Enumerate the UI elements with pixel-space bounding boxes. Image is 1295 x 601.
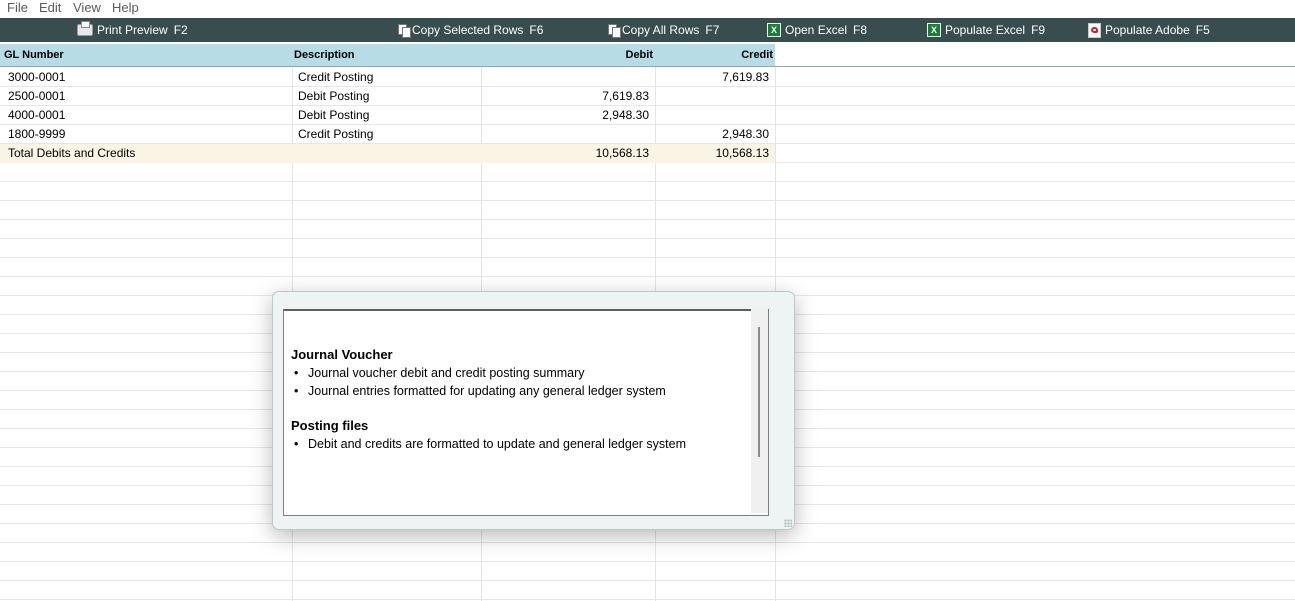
section-title-posting-files: Posting files bbox=[291, 418, 369, 433]
menu-help[interactable]: Help bbox=[112, 0, 139, 15]
header-gl-number[interactable]: GL Number bbox=[4, 44, 64, 66]
row-divider bbox=[0, 238, 1295, 239]
bullet-icon: • bbox=[294, 384, 299, 398]
description-cell: Debit Posting bbox=[298, 89, 370, 103]
row-divider bbox=[0, 181, 1295, 182]
table-row[interactable]: 1800-9999 Credit Posting 2,948.30 bbox=[0, 125, 775, 144]
bullet-item: • Journal voucher debit and credit postin… bbox=[294, 366, 585, 380]
resize-grip-icon[interactable] bbox=[784, 519, 792, 527]
credit-cell: 2,948.30 bbox=[722, 127, 769, 141]
info-popup[interactable]: Journal Voucher • Journal voucher debit a… bbox=[272, 291, 795, 530]
excel-icon: X bbox=[767, 23, 781, 37]
populate-adobe-key: F5 bbox=[1195, 23, 1210, 37]
excel-icon: X bbox=[927, 23, 941, 37]
row-divider bbox=[0, 200, 1295, 201]
pdf-icon bbox=[1088, 22, 1101, 38]
header-credit[interactable]: Credit bbox=[657, 44, 773, 66]
section-title-journal-voucher: Journal Voucher bbox=[291, 347, 393, 362]
row-divider bbox=[0, 580, 1295, 581]
description-cell: Debit Posting bbox=[298, 108, 370, 122]
row-divider bbox=[0, 257, 1295, 258]
header-description[interactable]: Description bbox=[294, 44, 355, 66]
table-row[interactable]: 2500-0001 Debit Posting 7,619.83 bbox=[0, 87, 775, 106]
debit-cell bbox=[483, 125, 649, 144]
open-excel-button[interactable]: X Open Excel F8 bbox=[767, 18, 867, 42]
header-debit[interactable]: Debit bbox=[483, 44, 654, 66]
copy-all-rows-button[interactable]: Copy All Rows F7 bbox=[608, 18, 719, 42]
print-preview-button[interactable]: Print Preview F2 bbox=[77, 18, 188, 42]
bullet-item: • Journal entries formatted for updating … bbox=[294, 384, 666, 398]
copy-all-key: F7 bbox=[705, 23, 720, 37]
popup-text: Journal Voucher • Journal voucher debit a… bbox=[291, 347, 751, 453]
menu-view[interactable]: View bbox=[73, 0, 101, 15]
copy-selected-key: F6 bbox=[529, 23, 544, 37]
populate-excel-label: Populate Excel bbox=[945, 23, 1026, 37]
populate-excel-button[interactable]: X Populate Excel F9 bbox=[927, 18, 1045, 42]
credit-cell: 7,619.83 bbox=[722, 70, 769, 84]
total-credit: 10,568.13 bbox=[715, 146, 769, 160]
bullet-icon: • bbox=[294, 366, 299, 380]
debit-cell bbox=[483, 68, 649, 87]
copy-selected-rows-button[interactable]: Copy Selected Rows F6 bbox=[398, 18, 543, 42]
table-row[interactable]: 4000-0001 Debit Posting 2,948.30 bbox=[0, 106, 775, 125]
popup-scrollbar[interactable] bbox=[751, 309, 768, 513]
table-row[interactable]: 3000-0001 Credit Posting 7,619.83 bbox=[0, 68, 775, 87]
bullet-item: • Debit and credits are formatted to upda… bbox=[294, 437, 686, 451]
row-divider bbox=[0, 276, 1295, 277]
total-label: Total Debits and Credits bbox=[8, 146, 136, 160]
copy-icon bbox=[398, 24, 411, 38]
open-excel-label: Open Excel bbox=[785, 23, 848, 37]
gl-number-cell: 2500-0001 bbox=[8, 89, 66, 103]
open-excel-key: F8 bbox=[853, 23, 868, 37]
description-cell: Credit Posting bbox=[298, 70, 374, 84]
populate-excel-key: F9 bbox=[1031, 23, 1046, 37]
menu-edit[interactable]: Edit bbox=[39, 0, 61, 15]
popup-content: Journal Voucher • Journal voucher debit a… bbox=[283, 309, 769, 516]
gl-number-cell: 3000-0001 bbox=[8, 70, 66, 84]
menu-bar: File Edit View Help bbox=[0, 0, 1295, 17]
total-debit: 10,568.13 bbox=[595, 146, 649, 160]
copy-all-label: Copy All Rows bbox=[622, 23, 700, 37]
populate-adobe-label: Populate Adobe bbox=[1105, 23, 1190, 37]
credit-cell bbox=[657, 106, 769, 125]
print-preview-label: Print Preview bbox=[97, 23, 168, 37]
debit-cell: 7,619.83 bbox=[602, 89, 649, 103]
copy-icon bbox=[608, 24, 621, 38]
scrollbar-thumb[interactable] bbox=[758, 327, 760, 457]
description-cell: Credit Posting bbox=[298, 127, 374, 141]
row-divider bbox=[0, 561, 1295, 562]
debit-cell: 2,948.30 bbox=[602, 108, 649, 122]
row-divider bbox=[0, 542, 1295, 543]
credit-cell bbox=[657, 87, 769, 106]
row-divider bbox=[0, 219, 1295, 220]
copy-selected-label: Copy Selected Rows bbox=[412, 23, 524, 37]
gl-number-cell: 1800-9999 bbox=[8, 127, 66, 141]
row-divider bbox=[0, 599, 1295, 600]
toolbar: Print Preview F2 Copy Selected Rows F6 C… bbox=[0, 18, 1295, 42]
menu-file[interactable]: File bbox=[7, 0, 28, 15]
print-preview-key: F2 bbox=[173, 23, 188, 37]
header-divider bbox=[0, 66, 1295, 67]
printer-icon bbox=[77, 21, 93, 36]
populate-adobe-button[interactable]: Populate Adobe F5 bbox=[1088, 18, 1210, 42]
total-row[interactable]: Total Debits and Credits 10,568.13 10,56… bbox=[0, 144, 775, 163]
bullet-icon: • bbox=[294, 437, 299, 451]
grid-header: GL Number Description Debit Credit bbox=[0, 44, 775, 66]
gl-number-cell: 4000-0001 bbox=[8, 108, 66, 122]
